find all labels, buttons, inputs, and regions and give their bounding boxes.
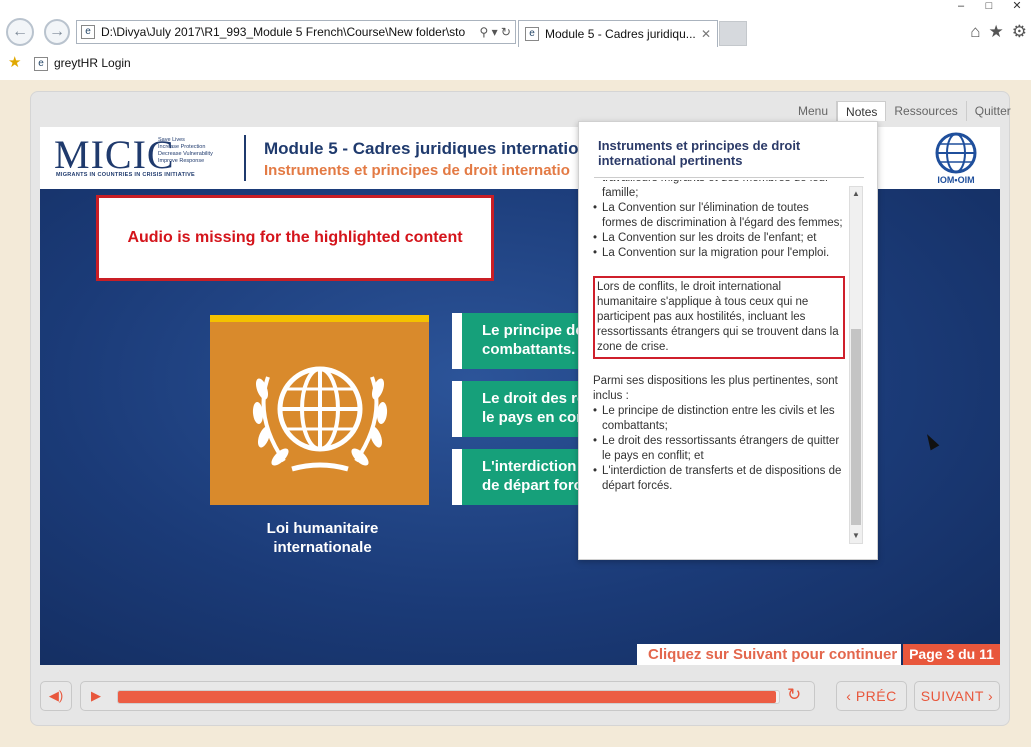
notes-divider — [594, 177, 864, 178]
next-label: SUIVANT — [920, 688, 984, 704]
notes-bottom-list: Le principe de distinction entre les civ… — [593, 404, 845, 494]
list-item: La Convention sur l'élimination de toute… — [593, 201, 845, 231]
settings-gear-icon[interactable]: ⚙ — [1012, 22, 1027, 42]
list-item: L'interdiction de transferts et de dispo… — [593, 464, 845, 494]
prev-label: PRÉC — [855, 688, 897, 704]
menu-tab[interactable]: Menu — [790, 101, 838, 121]
list-item: La Convention sur les droits de l'enfant… — [593, 231, 845, 246]
tagline-line: Decrease Vulnerability — [158, 151, 213, 157]
favorite-label: greytHR Login — [54, 56, 131, 70]
speaker-icon: ◀) — [48, 688, 64, 703]
close-tab-icon[interactable]: ✕ — [701, 21, 711, 47]
micic-tagline: Save Lives Increase Protection Decrease … — [158, 137, 213, 165]
iom-label: IOM•OIM — [937, 175, 975, 185]
next-button[interactable]: SUIVANT › — [914, 681, 1000, 711]
card-top-bar — [210, 315, 429, 322]
browser-tab[interactable]: e Module 5 - Cadres juridiqu... ✕ — [518, 20, 718, 47]
player-top-menu: Menu Notes Ressources Quitter — [790, 101, 1019, 121]
humanitarian-law-card[interactable] — [210, 315, 429, 505]
browser-chrome: – □ ✕ ← → e D:\Divya\July 2017\R1_993_Mo… — [0, 0, 1031, 80]
minimize-icon[interactable]: – — [947, 0, 975, 14]
resources-tab[interactable]: Ressources — [886, 101, 967, 121]
progress-fill — [118, 691, 776, 703]
list-item: Le principe de distinction entre les civ… — [593, 404, 845, 434]
play-icon[interactable]: ▶ — [91, 688, 101, 704]
page-indicator: Page 3 du 11 — [903, 644, 1000, 665]
header-divider — [244, 135, 246, 181]
quit-tab[interactable]: Quitter — [967, 101, 1019, 121]
list-item: travailleurs migrants et des membres de … — [593, 180, 845, 201]
micic-subtitle: MIGRANTS IN COUNTRIES IN CRISIS INITIATI… — [56, 172, 196, 178]
progress-track[interactable] — [117, 690, 780, 704]
address-text: D:\Divya\July 2017\R1_993_Module 5 Frenc… — [101, 25, 466, 39]
chevron-right-icon: › — [988, 688, 994, 704]
close-window-icon[interactable]: ✕ — [1003, 0, 1031, 14]
home-icon[interactable]: ⌂ — [970, 22, 980, 42]
favorite-link[interactable]: e greytHR Login — [34, 50, 131, 76]
notes-tab[interactable]: Notes — [837, 101, 887, 121]
iom-logo: IOM•OIM — [928, 131, 984, 187]
tagline-line: Save Lives — [158, 137, 185, 143]
ie-tab-icon: e — [525, 27, 539, 41]
globe-laurel-icon — [252, 366, 388, 472]
chevron-left-icon: ‹ — [846, 688, 852, 704]
card-label: Loi humanitaire internationale — [266, 520, 379, 556]
notes-content: travailleurs migrants et des membres de … — [593, 180, 845, 509]
list-item: La Convention sur la migration pour l'em… — [593, 246, 845, 261]
notes-panel: Instruments et principes de droit intern… — [578, 121, 878, 560]
address-bar[interactable]: e D:\Divya\July 2017\R1_993_Module 5 Fre… — [76, 20, 516, 44]
new-tab-button[interactable] — [719, 21, 747, 46]
intro-paragraph: Parmi ses dispositions les plus pertinen… — [593, 375, 838, 402]
notes-title: Instruments et principes de droit intern… — [598, 138, 801, 168]
address-tools[interactable]: ⚲ ▾ ↻ — [475, 21, 511, 43]
list-item: Le droit des ressortissants étrangers de… — [593, 434, 845, 464]
browser-toolbar-icons: ⌂ ★ ⚙ — [970, 22, 1027, 42]
maximize-icon[interactable]: □ — [975, 0, 1003, 14]
continue-instruction: Cliquez sur Suivant pour continuer — [637, 644, 901, 665]
micic-logo: MICIC — [54, 132, 175, 177]
back-button[interactable]: ← — [6, 18, 34, 46]
tagline-line: Improve Response — [158, 158, 205, 164]
prev-button[interactable]: ‹ PRÉC — [836, 681, 907, 711]
ie-fav-icon: e — [34, 56, 48, 71]
tab-title: Module 5 - Cadres juridiqu... — [545, 27, 696, 41]
add-favorite-icon[interactable]: ★ — [8, 50, 21, 76]
volume-button[interactable]: ◀) — [40, 681, 72, 711]
favorites-star-icon[interactable]: ★ — [989, 22, 1004, 42]
scroll-up-icon[interactable]: ▲ — [850, 187, 862, 201]
notes-top-list: travailleurs migrants et des membres de … — [593, 180, 845, 261]
scroll-thumb[interactable] — [851, 329, 861, 525]
highlighted-paragraph: Lors de conflits, le droit international… — [593, 276, 845, 359]
module-title: Module 5 - Cadres juridiques internation — [264, 139, 589, 158]
module-subtitle: Instruments et principes de droit intern… — [264, 162, 570, 179]
window-controls: – □ ✕ — [947, 0, 1031, 14]
favorites-bar: ★ e greytHR Login — [0, 50, 1031, 76]
scroll-down-icon[interactable]: ▼ — [850, 529, 862, 543]
tagline-line: Increase Protection — [158, 144, 206, 150]
notes-scrollbar[interactable]: ▲ ▼ — [849, 186, 863, 544]
forward-button[interactable]: → — [44, 19, 70, 45]
playback-bar: ▶ ↻ — [80, 681, 815, 711]
ie-page-icon: e — [81, 25, 95, 39]
audio-missing-notice: Audio is missing for the highlighted con… — [96, 195, 494, 281]
notes-body[interactable]: travailleurs migrants et des membres de … — [593, 180, 845, 543]
replay-icon[interactable]: ↻ — [787, 685, 801, 705]
